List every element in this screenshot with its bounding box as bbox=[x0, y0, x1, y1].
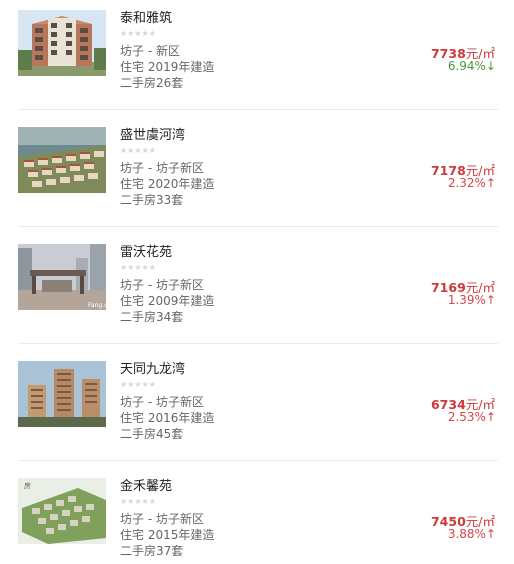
price-change-badge: 6.94%↓ bbox=[447, 59, 496, 73]
community-name[interactable]: 雷沃花苑 bbox=[120, 241, 172, 260]
resale-count: 二手房37套 bbox=[120, 544, 184, 558]
building-photo-icon[interactable] bbox=[18, 10, 106, 76]
list-item[interactable]: 房 金禾馨苑 ★★★★★ 坊子 - 坊子新区 住宅 2015年建造 二手房37套… bbox=[0, 468, 500, 564]
price-change-badge: 2.53%↑ bbox=[447, 410, 496, 424]
location-text: 坊子 - 坊子新区 bbox=[120, 395, 204, 409]
location-text: 坊子 - 坊子新区 bbox=[120, 512, 204, 526]
rating-stars-icon: ★★★★★ bbox=[120, 29, 156, 38]
resale-count: 二手房34套 bbox=[120, 310, 184, 324]
type-year-text: 住宅 2019年建造 bbox=[120, 60, 215, 74]
divider bbox=[18, 460, 498, 461]
price-change-badge: 3.88%↑ bbox=[447, 527, 496, 541]
community-name[interactable]: 天同九龙湾 bbox=[120, 358, 185, 377]
price-change-badge: 2.32%↑ bbox=[447, 176, 496, 190]
community-name[interactable]: 盛世虞河湾 bbox=[120, 124, 185, 143]
type-year-text: 住宅 2015年建造 bbox=[120, 528, 215, 542]
location-text: 坊子 - 坊子新区 bbox=[120, 161, 204, 175]
resale-count: 二手房33套 bbox=[120, 193, 184, 207]
price-change-badge: 1.39%↑ bbox=[447, 293, 496, 307]
community-name[interactable]: 金禾馨苑 bbox=[120, 475, 172, 494]
towers-photo-icon[interactable] bbox=[18, 361, 106, 427]
community-list: 泰和雅筑 ★★★★★ 坊子 - 新区 住宅 2019年建造 二手房26套 773… bbox=[0, 0, 514, 564]
type-year-text: 住宅 2009年建造 bbox=[120, 294, 215, 308]
resale-count: 二手房45套 bbox=[120, 427, 184, 441]
rating-stars-icon: ★★★★★ bbox=[120, 263, 156, 272]
type-year-text: 住宅 2016年建造 bbox=[120, 411, 215, 425]
type-year-text: 住宅 2020年建造 bbox=[120, 177, 215, 191]
divider bbox=[18, 109, 498, 110]
gate-photo-icon[interactable]: Fang.com bbox=[18, 244, 106, 310]
community-name[interactable]: 泰和雅筑 bbox=[120, 7, 172, 26]
list-item[interactable]: Fang.com 雷沃花苑 ★★★★★ 坊子 - 坊子新区 住宅 2009年建造… bbox=[0, 234, 500, 344]
aerial-render-icon[interactable] bbox=[18, 127, 106, 193]
svg-text:Fang.com: Fang.com bbox=[88, 302, 106, 309]
list-item[interactable]: 天同九龙湾 ★★★★★ 坊子 - 坊子新区 住宅 2016年建造 二手房45套 … bbox=[0, 351, 500, 461]
location-text: 坊子 - 坊子新区 bbox=[120, 278, 204, 292]
rating-stars-icon: ★★★★★ bbox=[120, 146, 156, 155]
location-text: 坊子 - 新区 bbox=[120, 44, 180, 58]
list-item[interactable]: 泰和雅筑 ★★★★★ 坊子 - 新区 住宅 2019年建造 二手房26套 773… bbox=[0, 0, 500, 110]
divider bbox=[18, 226, 498, 227]
rating-stars-icon: ★★★★★ bbox=[120, 380, 156, 389]
svg-text:房: 房 bbox=[24, 481, 31, 490]
aerial-render-icon[interactable]: 房 bbox=[18, 478, 106, 544]
rating-stars-icon: ★★★★★ bbox=[120, 497, 156, 506]
divider bbox=[18, 343, 498, 344]
list-item[interactable]: 盛世虞河湾 ★★★★★ 坊子 - 坊子新区 住宅 2020年建造 二手房33套 … bbox=[0, 117, 500, 227]
resale-count: 二手房26套 bbox=[120, 76, 184, 90]
